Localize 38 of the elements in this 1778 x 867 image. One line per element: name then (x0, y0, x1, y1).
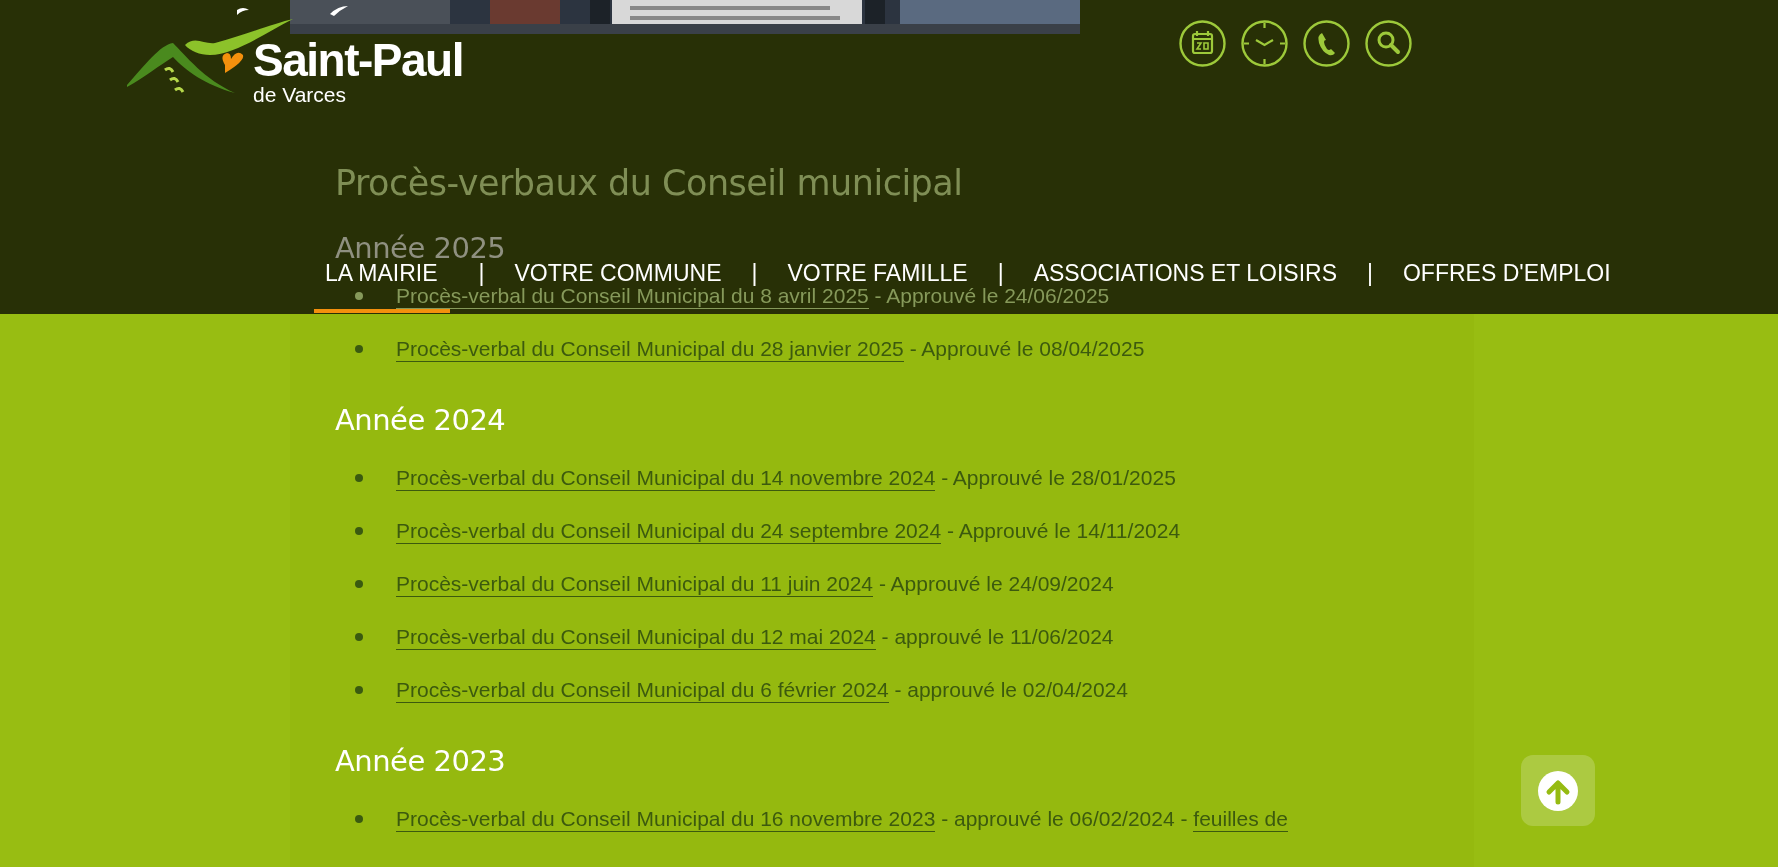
clock-icon[interactable] (1241, 20, 1288, 67)
bullet-icon (355, 473, 363, 482)
bullet-icon (355, 814, 363, 823)
document-link[interactable]: Procès-verbal du Conseil Municipal du 24 septembre 2024 (396, 518, 942, 544)
nav-separator: | (997, 261, 1004, 287)
logo[interactable]: Saint-Paul de Varces (125, 0, 460, 110)
logo-name: Saint-Paul (253, 36, 463, 83)
bullet-icon (355, 526, 363, 535)
calendar-icon[interactable] (1179, 20, 1226, 67)
bullet-icon (355, 632, 363, 641)
document-link[interactable]: Procès-verbal du Conseil Municipal du 6 février 2024 (396, 677, 889, 703)
document-link[interactable]: Procès-verbal du Conseil Municipal du 11 juin 2024 (396, 571, 874, 597)
approval-note: - approuvé le 11/06/2024 (880, 624, 1114, 648)
approval-note: - approuvé le 06/02/2024 - (940, 806, 1189, 830)
document-link[interactable]: Procès-verbal du Conseil Municipal du 28 janvier 2025 (396, 336, 904, 362)
document-link[interactable]: Procès-verbal du Conseil Municipal du 14 novembre 2024 (396, 465, 936, 491)
approval-note: - approuvé le 02/04/2024 (893, 677, 1128, 701)
approval-note: - Approuvé le 08/04/2025 (908, 336, 1145, 360)
document-link[interactable]: Procès-verbal du Conseil Municipal du 16 novembre 2023 (396, 806, 936, 832)
document-link[interactable]: feuilles de (1193, 806, 1288, 832)
bullet-icon (355, 579, 363, 588)
arrow-up-icon (1538, 770, 1578, 811)
nav-link[interactable]: ASSOCIATIONS ET LOISIRS (1031, 261, 1339, 287)
section-heading: Année 2023 (335, 744, 507, 778)
search-icon[interactable] (1365, 20, 1412, 67)
bullet-icon (355, 344, 363, 353)
bullet-icon (355, 291, 363, 300)
approval-note: - Approuvé le 14/11/2024 (945, 518, 1181, 542)
page-title: Procès-verbaux du Conseil municipal (335, 163, 964, 203)
nav-separator: | (1367, 261, 1373, 287)
phone-icon[interactable] (1303, 20, 1350, 67)
nav-link[interactable]: OFFRES D'EMPLOI (1401, 261, 1613, 287)
bullet-icon (355, 685, 363, 694)
document-link[interactable]: Procès-verbal du Conseil Municipal du 12 mai 2024 (396, 624, 876, 650)
section-heading: Année 2024 (335, 403, 507, 437)
approval-note: - Approuvé le 28/01/2025 (940, 465, 1176, 489)
approval-note: - Approuvé le 24/09/2024 (877, 571, 1114, 595)
logo-subtitle: de Varces (253, 82, 347, 106)
